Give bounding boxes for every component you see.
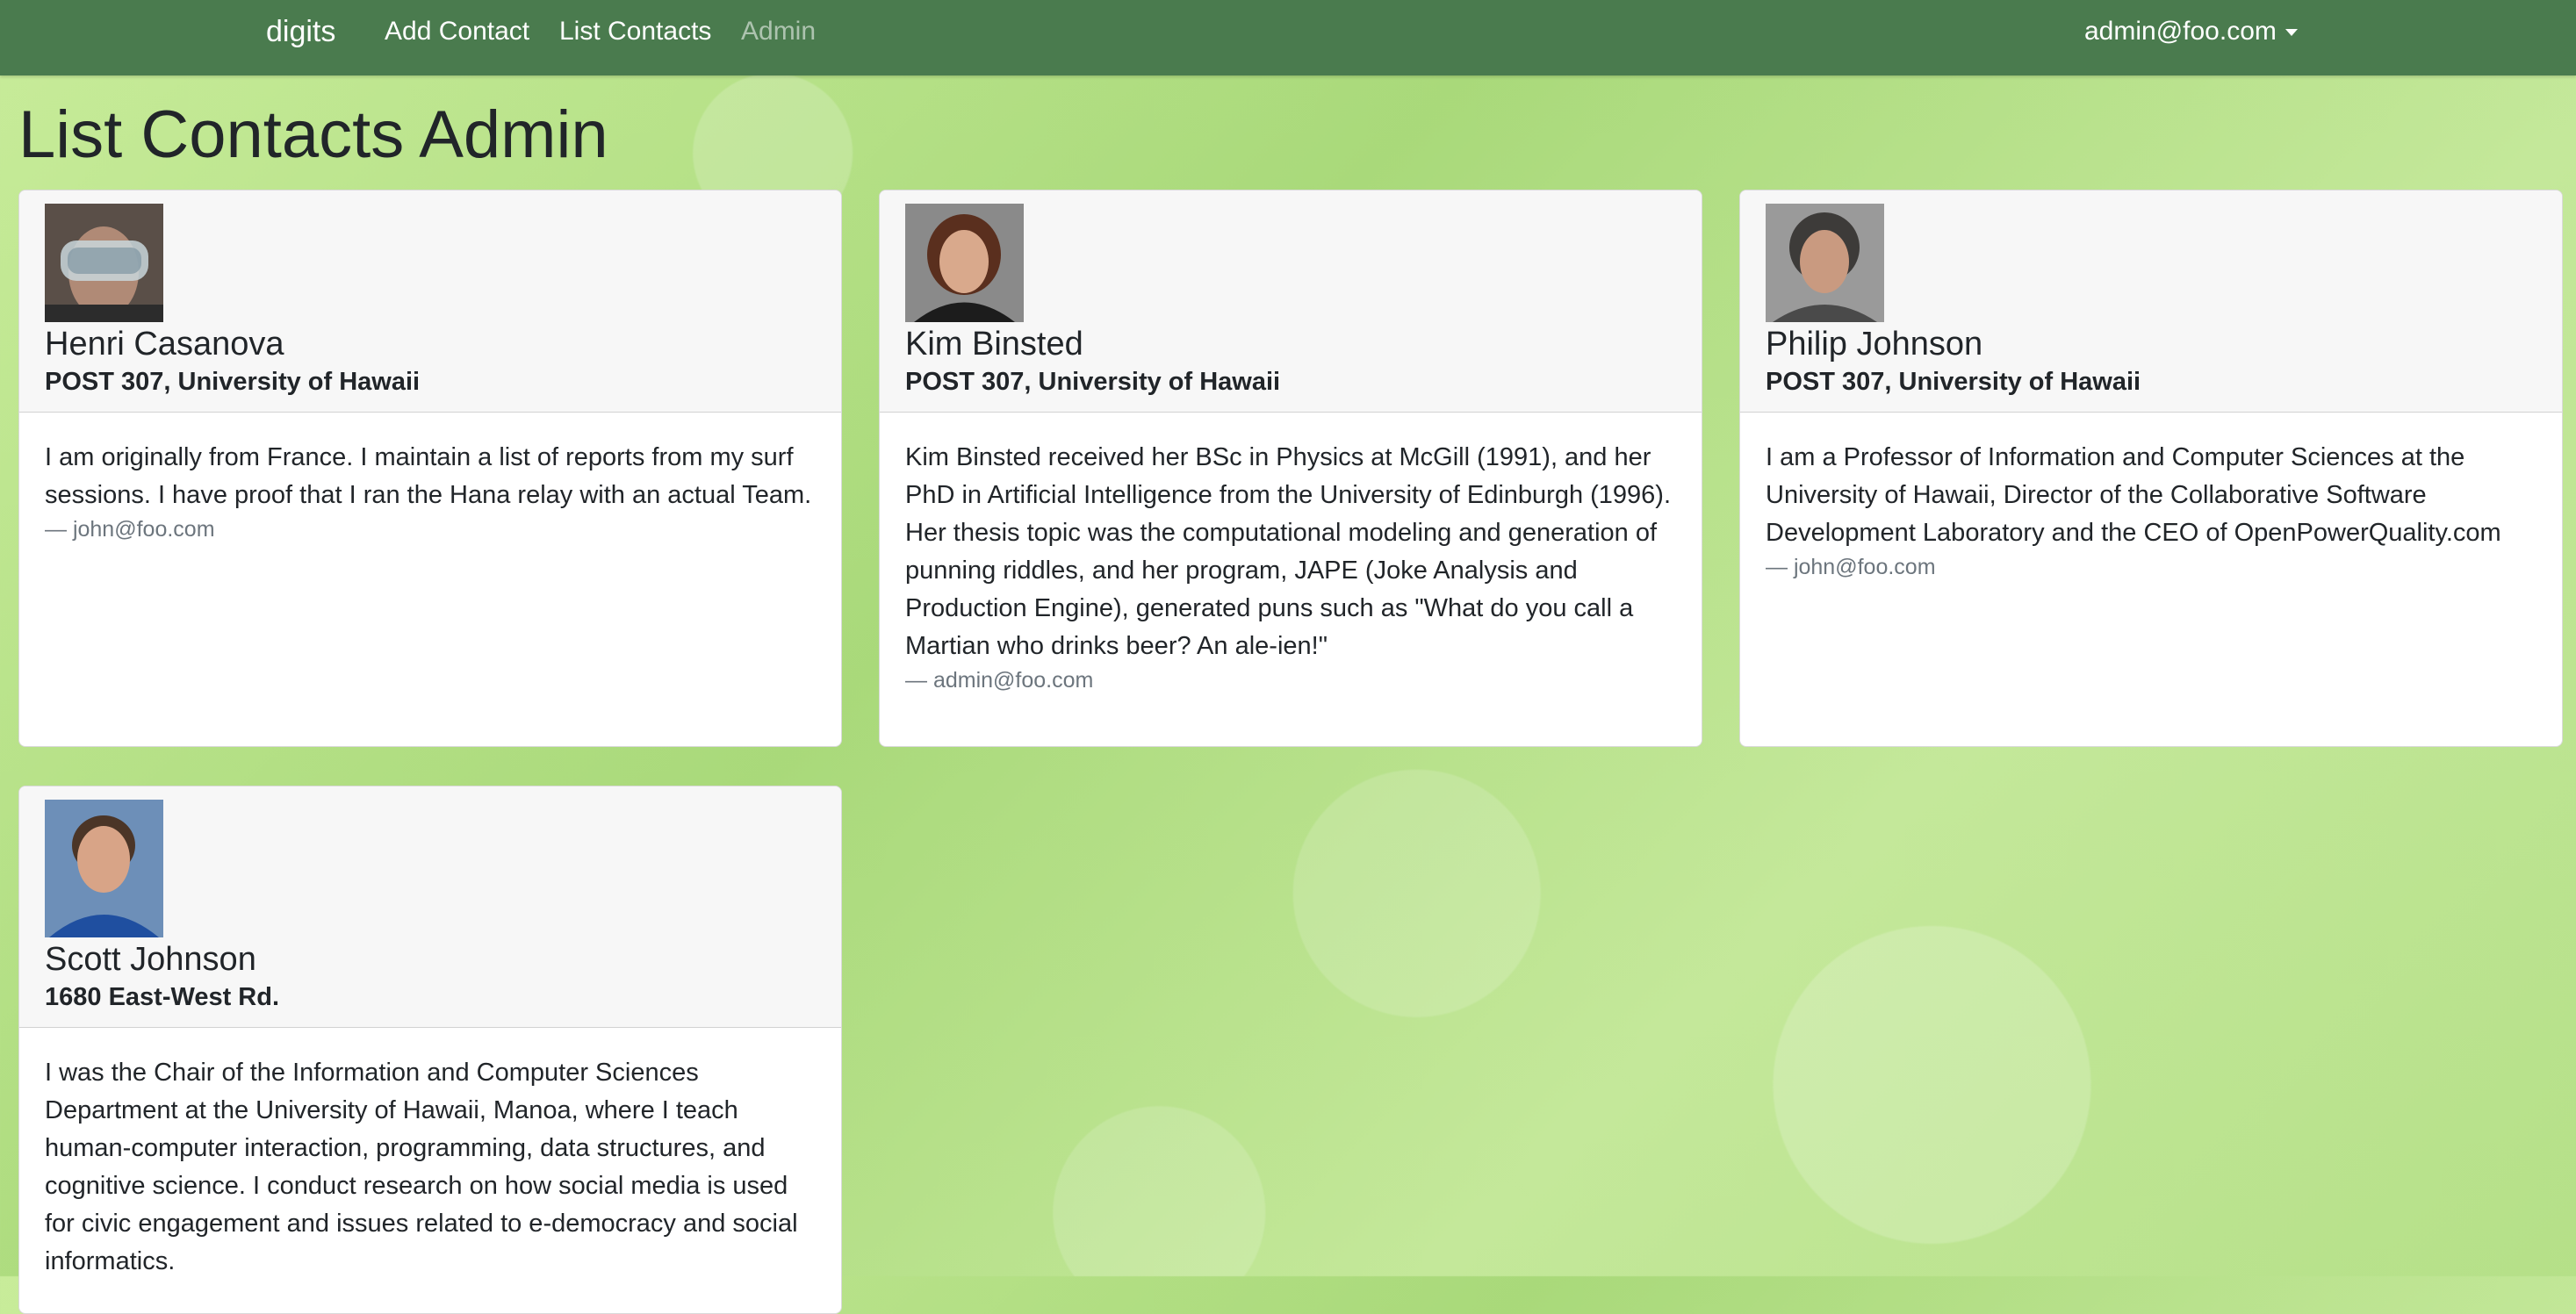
contact-name: Philip Johnson (1766, 326, 1983, 363)
page-title: List Contacts Admin (18, 97, 608, 172)
card-body: I am originally from France. I maintain … (19, 413, 841, 562)
contact-name: Kim Binsted (905, 326, 1083, 363)
user-email: admin@foo.com (2084, 17, 2277, 46)
contact-card: Kim Binsted POST 307, University of Hawa… (879, 190, 1702, 747)
contact-address: 1680 East-West Rd. (45, 983, 280, 1011)
contact-address: POST 307, University of Hawaii (45, 368, 421, 396)
card-body: Kim Binsted received her BSc in Physics … (880, 413, 1702, 713)
contact-name: Scott Johnson (45, 941, 256, 978)
card-header: Scott Johnson 1680 East-West Rd. (19, 786, 841, 1028)
card-header: Henri Casanova POST 307, University of H… (19, 190, 841, 413)
brand-link[interactable]: digits (266, 15, 335, 49)
contact-card: Henri Casanova POST 307, University of H… (18, 190, 842, 747)
contact-description: Kim Binsted received her BSc in Physics … (905, 443, 1672, 660)
card-header: Philip Johnson POST 307, University of H… (1740, 190, 2562, 413)
avatar (905, 204, 1024, 322)
card-header: Kim Binsted POST 307, University of Hawa… (880, 190, 1702, 413)
contact-description: I was the Chair of the Information and C… (45, 1059, 798, 1275)
avatar (45, 800, 163, 937)
contact-description: I am originally from France. I maintain … (45, 443, 812, 509)
caret-down-icon (2285, 29, 2298, 36)
nav-add-contact[interactable]: Add Contact (385, 17, 529, 47)
contact-owner: — john@foo.com (45, 517, 215, 542)
contact-card: Philip Johnson POST 307, University of H… (1739, 190, 2563, 747)
card-body: I was the Chair of the Information and C… (19, 1028, 841, 1298)
contact-address: POST 307, University of Hawaii (1766, 368, 2141, 396)
avatar (1766, 204, 1884, 322)
contact-owner: — john@foo.com (1766, 555, 1936, 579)
contact-address: POST 307, University of Hawaii (905, 368, 1281, 396)
contact-name: Henri Casanova (45, 326, 284, 363)
nav-list-contacts[interactable]: List Contacts (559, 17, 711, 47)
user-dropdown[interactable]: admin@foo.com (2084, 17, 2298, 47)
avatar (45, 204, 163, 322)
contact-card: Scott Johnson 1680 East-West Rd. I was t… (18, 786, 842, 1314)
contact-owner: — admin@foo.com (905, 668, 1094, 693)
contact-description: I am a Professor of Information and Comp… (1766, 443, 2501, 547)
top-navbar: digits Add Contact List Contacts Admin a… (0, 0, 2576, 75)
nav-admin[interactable]: Admin (741, 17, 816, 47)
card-body: I am a Professor of Information and Comp… (1740, 413, 2562, 600)
